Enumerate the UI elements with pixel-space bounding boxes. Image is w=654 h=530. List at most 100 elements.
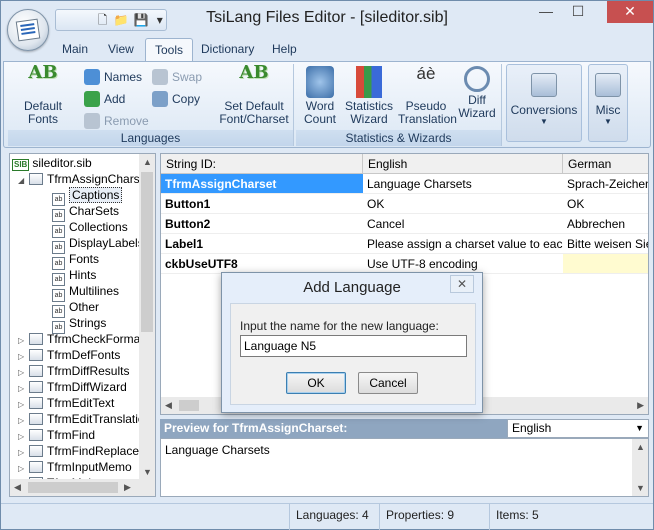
tree-form-node[interactable]: ▷ TfrmDiffResults bbox=[18, 363, 129, 379]
cell-string-id[interactable]: Label1 bbox=[161, 234, 363, 254]
cell-english[interactable]: OK bbox=[363, 194, 563, 214]
cell-string-id[interactable]: Button2 bbox=[161, 214, 363, 234]
cell-string-id[interactable]: Button1 bbox=[161, 194, 363, 214]
tree-form-node[interactable]: ▷ TfrmEditTranslation bbox=[18, 411, 151, 427]
word-count-button[interactable]: Word Count bbox=[300, 66, 340, 126]
status-languages: Languages: 4 bbox=[289, 504, 379, 530]
copy-button[interactable]: Copy bbox=[150, 89, 200, 109]
cancel-button[interactable]: Cancel bbox=[358, 372, 418, 394]
form-icon bbox=[29, 429, 43, 441]
cell-english[interactable]: Language Charsets bbox=[363, 174, 563, 194]
cell-english[interactable]: Cancel bbox=[363, 214, 563, 234]
tree-form-node[interactable]: ▷ TfrmDiffWizard bbox=[18, 379, 127, 395]
application-menu-button[interactable] bbox=[7, 9, 49, 51]
cell-english[interactable]: Please assign a charset value to each of… bbox=[363, 234, 563, 254]
collapse-icon[interactable]: ◢ bbox=[18, 173, 27, 189]
diff-wizard-button[interactable]: Diff Wizard bbox=[456, 66, 498, 120]
tree-item-label: Captions bbox=[69, 187, 123, 203]
tree-form-node[interactable]: ▷ TfrmDefFonts bbox=[18, 347, 120, 363]
tree-item[interactable]: ab DisplayLabels bbox=[52, 235, 144, 254]
tree-vertical-scrollbar[interactable]: ▲ ▼ bbox=[139, 154, 155, 480]
form-icon bbox=[29, 173, 43, 185]
cell-english[interactable]: Use UTF-8 encoding bbox=[363, 254, 563, 274]
statistics-chart-icon bbox=[356, 66, 382, 98]
tab-dictionary[interactable]: Dictionary bbox=[192, 38, 263, 62]
scroll-up-icon[interactable]: ▲ bbox=[143, 157, 152, 167]
add-language-button[interactable]: Add bbox=[82, 89, 125, 109]
tab-main[interactable]: Main bbox=[53, 38, 97, 62]
close-button[interactable]: ✕ bbox=[607, 1, 653, 23]
scroll-right-icon[interactable]: ▶ bbox=[637, 400, 644, 411]
tree-form-label: TfrmFindReplaceC bbox=[47, 444, 148, 458]
tree-horizontal-scrollbar[interactable]: ◀ ▶ bbox=[10, 479, 155, 496]
cell-german[interactable]: Abbrechen bbox=[563, 214, 648, 234]
cell-string-id[interactable]: TfrmAssignCharset bbox=[161, 174, 363, 194]
statistics-group-label: Statistics & Wizards bbox=[296, 130, 501, 146]
column-header-german[interactable]: German bbox=[563, 154, 648, 174]
scroll-down-icon[interactable]: ▼ bbox=[143, 467, 152, 477]
ok-button[interactable]: OK bbox=[286, 372, 346, 394]
pseudo-translation-button[interactable]: áè Pseudo Translation bbox=[398, 65, 457, 126]
add-icon bbox=[84, 91, 100, 107]
scroll-right-icon[interactable]: ▶ bbox=[124, 482, 131, 493]
tree-form-node[interactable]: ▷ TfrmFindReplaceC bbox=[18, 443, 148, 459]
tree-item[interactable]: ab Multilines bbox=[52, 283, 119, 302]
form-icon bbox=[29, 445, 43, 457]
statistics-wizard-label: Statistics Wizard bbox=[344, 99, 393, 126]
tree-item[interactable]: ab Hints bbox=[52, 267, 96, 286]
form-icon bbox=[29, 461, 43, 473]
tree-item[interactable]: ab Captions bbox=[52, 187, 123, 206]
tree-item[interactable]: ab Other bbox=[52, 299, 99, 318]
tab-help[interactable]: Help bbox=[263, 38, 306, 62]
cell-german[interactable]: Bitte weisen Sie jeder bbox=[563, 234, 648, 254]
tree-form-label: TfrmDiffResults bbox=[47, 364, 130, 378]
conversions-button[interactable]: Conversions ▼ bbox=[506, 64, 582, 142]
tree-form-node[interactable]: ▷ TfrmInputMemo bbox=[18, 459, 132, 475]
tree-item[interactable]: ab Strings bbox=[52, 315, 106, 334]
maximize-button[interactable]: ☐ bbox=[563, 1, 593, 23]
tab-view[interactable]: View bbox=[99, 38, 143, 62]
statistics-group: Word Count Statistics Wizard áè Pseudo T… bbox=[296, 64, 502, 146]
swap-button[interactable]: Swap bbox=[150, 67, 202, 87]
cell-german[interactable] bbox=[563, 254, 648, 274]
diff-wizard-label: Diff Wizard bbox=[458, 93, 496, 120]
tree-item[interactable]: ab CharSets bbox=[52, 203, 119, 222]
remove-language-button[interactable]: Remove bbox=[82, 111, 149, 131]
misc-button[interactable]: Misc ▼ bbox=[588, 64, 628, 142]
tree-vertical-thumb[interactable] bbox=[141, 172, 153, 332]
dialog-close-icon[interactable]: ✕ bbox=[450, 275, 474, 293]
tree-item-label: Collections bbox=[69, 220, 128, 234]
scroll-left-icon[interactable]: ◀ bbox=[165, 400, 172, 411]
set-default-font-button[interactable]: AB Set Default Font/Charset bbox=[216, 64, 292, 126]
tree-node-expanded[interactable]: ◢ TfrmAssignCharset bbox=[18, 171, 150, 187]
tree-item[interactable]: ab Collections bbox=[52, 219, 128, 238]
tree-root[interactable]: SIB sileditor.sib bbox=[12, 155, 92, 171]
grid-horizontal-thumb[interactable] bbox=[179, 400, 199, 411]
statistics-wizard-button[interactable]: Statistics Wizard bbox=[344, 66, 394, 126]
column-header-string-id[interactable]: String ID: bbox=[161, 154, 363, 174]
tree-horizontal-thumb[interactable] bbox=[28, 482, 118, 493]
tree-form-node[interactable]: ▷ TfrmEditText bbox=[18, 395, 114, 411]
project-tree[interactable]: SIB sileditor.sib ◢ TfrmAssignCharset ab Ca… bbox=[9, 153, 156, 497]
tree-form-node[interactable]: ▷ TfrmFind bbox=[18, 427, 95, 443]
scroll-up-icon[interactable]: ▲ bbox=[636, 442, 645, 452]
cell-german[interactable]: OK bbox=[563, 194, 648, 214]
tree-item[interactable]: ab Fonts bbox=[52, 251, 99, 270]
preview-scrollbar[interactable]: ▲ ▼ bbox=[632, 439, 648, 496]
minimize-button[interactable]: — bbox=[531, 1, 561, 23]
names-button[interactable]: Names bbox=[82, 67, 142, 87]
tree-form-node[interactable]: ▷ TfrmCheckFormat bbox=[18, 331, 144, 347]
cell-string-id[interactable]: ckbUseUTF8 bbox=[161, 254, 363, 274]
tab-tools[interactable]: Tools bbox=[145, 38, 194, 62]
status-bar: Languages: 4 Properties: 9 Items: 5 bbox=[1, 503, 653, 530]
column-header-english[interactable]: English bbox=[363, 154, 563, 174]
cell-german[interactable]: Sprach-Zeichensätze bbox=[563, 174, 648, 194]
title-bar: 🗋 📁 💾 ▾ TsiLang Files Editor - [siledito… bbox=[1, 1, 653, 51]
default-fonts-button[interactable]: AB Default Fonts bbox=[12, 64, 74, 126]
language-name-input[interactable] bbox=[240, 335, 467, 357]
scroll-left-icon[interactable]: ◀ bbox=[14, 482, 21, 493]
preview-header: Preview for TfrmAssignCharset: English ▼ bbox=[160, 419, 649, 438]
scroll-down-icon[interactable]: ▼ bbox=[636, 483, 645, 493]
preview-language-select[interactable]: English ▼ bbox=[507, 419, 649, 438]
misc-icon bbox=[595, 73, 621, 97]
